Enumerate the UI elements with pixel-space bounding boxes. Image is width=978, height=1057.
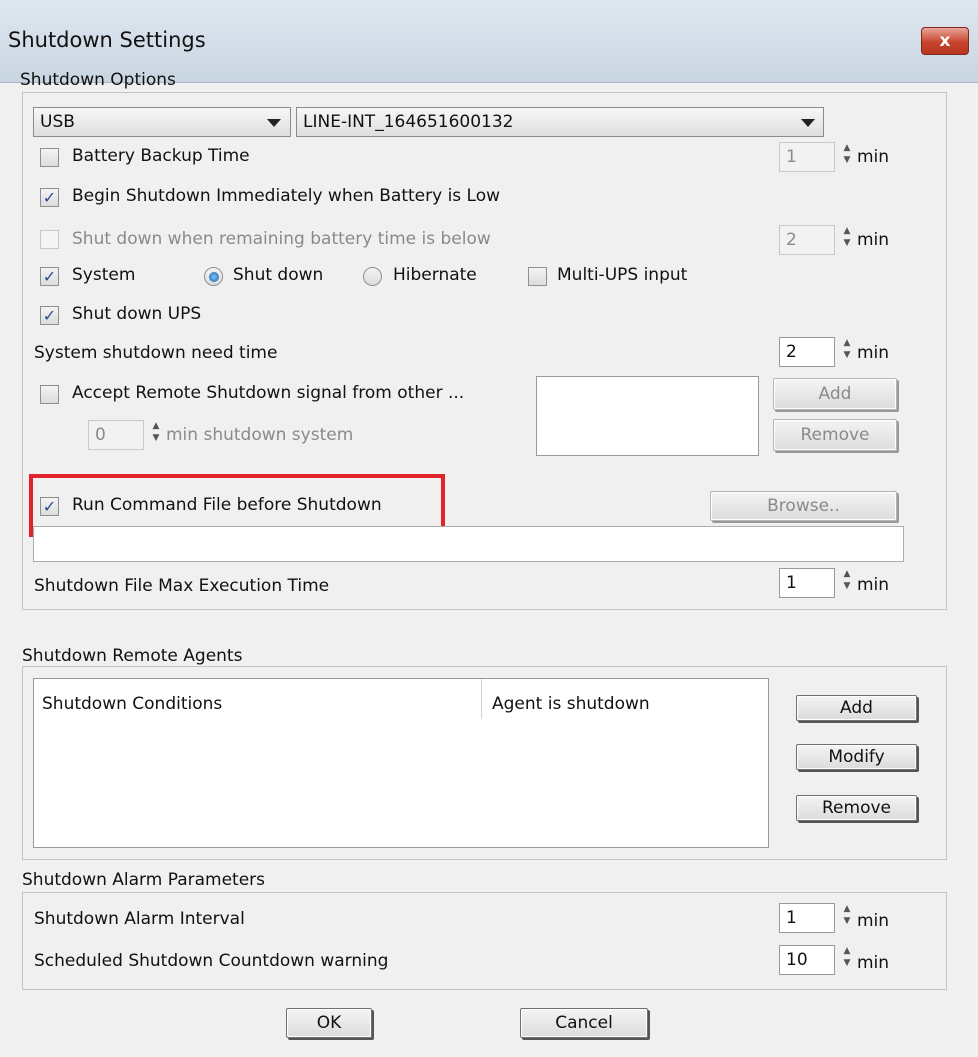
browse-button[interactable]: Browse.. <box>710 491 897 521</box>
remaining-battery-spinner[interactable]: ▲ ▼ <box>841 225 853 255</box>
battery-backup-spinner[interactable]: ▲ ▼ <box>841 142 853 172</box>
shutdown-mode-label: Shut down <box>233 265 324 285</box>
remaining-battery-label: Shut down when remaining battery time is… <box>72 229 491 249</box>
system-need-time-unit: min <box>857 343 890 363</box>
command-file-path-input[interactable] <box>33 526 904 562</box>
connection-type-select[interactable]: USB <box>33 107 291 137</box>
system-need-time-input[interactable]: 2 <box>779 337 835 367</box>
shutdown-mode-radio[interactable] <box>204 267 223 286</box>
hibernate-mode-radio[interactable] <box>363 267 382 286</box>
system-checkbox[interactable]: ✓ <box>40 267 59 286</box>
begin-shutdown-checkbox[interactable]: ✓ <box>40 188 59 207</box>
agent-add-button[interactable]: Add <box>796 695 917 721</box>
battery-backup-unit: min <box>857 147 890 167</box>
multi-ups-checkbox[interactable] <box>528 267 547 286</box>
countdown-warning-unit: min <box>857 953 890 973</box>
begin-shutdown-label: Begin Shutdown Immediately when Battery … <box>72 186 501 206</box>
remote-agents-label: Shutdown Remote Agents <box>22 646 243 666</box>
chevron-down-icon <box>801 119 815 127</box>
run-command-checkbox[interactable]: ✓ <box>40 497 59 516</box>
system-need-time-spinner[interactable]: ▲ ▼ <box>841 337 853 367</box>
remaining-battery-checkbox[interactable] <box>40 230 59 249</box>
alarm-interval-unit: min <box>857 911 890 931</box>
alarm-interval-spinner[interactable]: ▲ ▼ <box>841 903 853 933</box>
shutdown-ups-checkbox[interactable]: ✓ <box>40 306 59 325</box>
battery-backup-input[interactable]: 1 <box>779 142 835 172</box>
column-separator <box>481 679 482 719</box>
remote-add-button[interactable]: Add <box>773 378 897 410</box>
agent-remove-button[interactable]: Remove <box>796 795 917 821</box>
countdown-warning-input[interactable]: 10 <box>779 945 835 975</box>
battery-backup-checkbox[interactable] <box>40 148 59 167</box>
remaining-battery-unit: min <box>857 230 890 250</box>
shutdown-ups-label: Shut down UPS <box>72 304 202 324</box>
remaining-battery-input[interactable]: 2 <box>779 225 835 255</box>
alarm-params-label: Shutdown Alarm Parameters <box>22 870 266 890</box>
close-button[interactable]: x <box>921 27 969 55</box>
device-value: LINE-INT_164651600132 <box>303 112 514 132</box>
device-select[interactable]: LINE-INT_164651600132 <box>296 107 824 137</box>
file-max-time-label: Shutdown File Max Execution Time <box>34 576 330 596</box>
column-header-agent-shutdown[interactable]: Agent is shutdown <box>492 694 650 714</box>
remote-accept-label: Accept Remote Shutdown signal from other… <box>72 383 465 403</box>
remote-hosts-list[interactable] <box>536 376 759 456</box>
connection-type-value: USB <box>40 112 75 132</box>
remote-delay-suffix: min shutdown system <box>166 425 354 445</box>
file-max-time-spinner[interactable]: ▲ ▼ <box>841 568 853 598</box>
file-max-time-unit: min <box>857 575 890 595</box>
run-command-label: Run Command File before Shutdown <box>72 495 382 515</box>
alarm-interval-label: Shutdown Alarm Interval <box>34 909 245 929</box>
remote-delay-spinner[interactable]: ▲ ▼ <box>150 420 162 450</box>
battery-backup-label: Battery Backup Time <box>72 146 250 166</box>
ok-button[interactable]: OK <box>286 1008 372 1038</box>
cancel-button[interactable]: Cancel <box>520 1008 648 1038</box>
multi-ups-label: Multi-UPS input <box>557 265 688 285</box>
remote-delay-input[interactable]: 0 <box>88 420 144 450</box>
window-title: Shutdown Settings <box>8 28 206 52</box>
close-icon: x <box>939 31 951 51</box>
remote-accept-checkbox[interactable] <box>40 385 59 404</box>
hibernate-mode-label: Hibernate <box>393 265 477 285</box>
file-max-time-input[interactable]: 1 <box>779 568 835 598</box>
agent-modify-button[interactable]: Modify <box>796 744 917 770</box>
chevron-down-icon <box>267 119 281 127</box>
alarm-interval-input[interactable]: 1 <box>779 903 835 933</box>
system-need-time-label: System shutdown need time <box>34 343 278 363</box>
system-label: System <box>72 265 136 285</box>
countdown-warning-label: Scheduled Shutdown Countdown warning <box>34 951 389 971</box>
countdown-warning-spinner[interactable]: ▲ ▼ <box>841 945 853 975</box>
shutdown-options-label: Shutdown Options <box>20 70 176 90</box>
remote-remove-button[interactable]: Remove <box>773 419 897 451</box>
column-header-conditions[interactable]: Shutdown Conditions <box>42 694 222 714</box>
